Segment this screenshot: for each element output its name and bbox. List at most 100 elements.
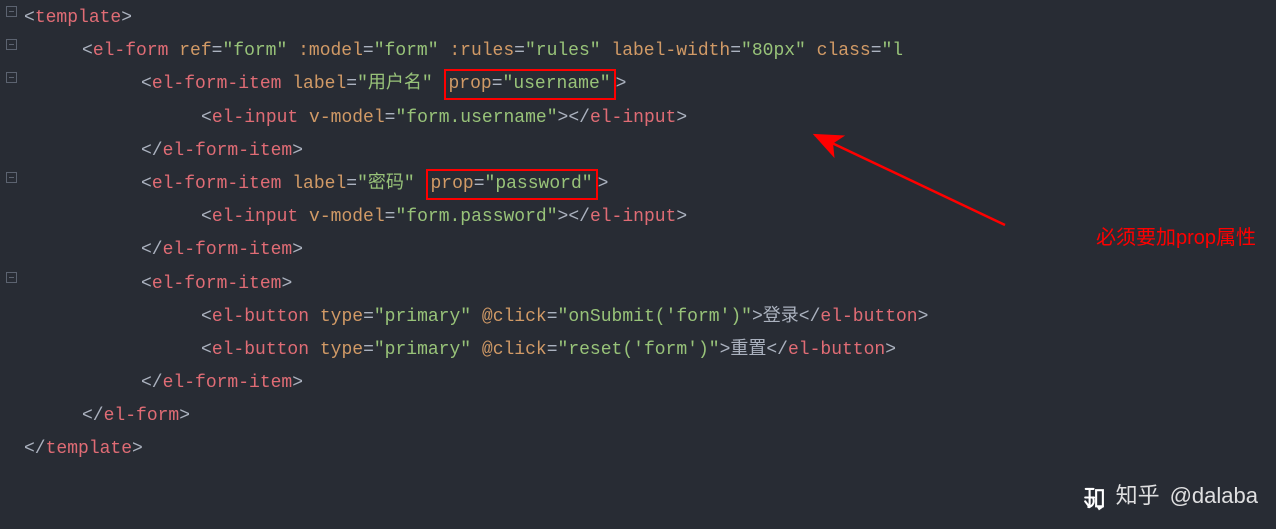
code-token: "password"	[485, 174, 593, 194]
highlight-box: prop="password"	[426, 169, 598, 200]
code-token: >	[281, 274, 292, 294]
code-token	[309, 340, 320, 360]
code-line[interactable]: <el-form-item label="密码" prop="password"…	[24, 168, 928, 201]
code-token: el-form-item	[152, 274, 282, 294]
code-token: <	[201, 307, 212, 327]
code-token: :model	[298, 41, 363, 61]
code-line[interactable]: <el-form-item>	[24, 268, 928, 301]
code-token: <	[141, 74, 152, 94]
annotation-text: 必须要加prop属性	[1096, 220, 1256, 257]
code-token	[439, 41, 450, 61]
code-token: @click	[482, 307, 547, 327]
code-token	[601, 41, 612, 61]
code-token: "reset('form')"	[558, 340, 720, 360]
fold-toggle-icon[interactable]	[6, 6, 17, 17]
code-token	[298, 207, 309, 227]
code-token: el-button	[212, 307, 309, 327]
code-token: "用户名"	[357, 74, 433, 94]
code-token: label	[292, 74, 346, 94]
code-token: >	[292, 373, 303, 393]
code-token: =	[492, 74, 503, 94]
code-token: <	[141, 174, 152, 194]
code-token: "form.username"	[395, 108, 557, 128]
fold-toggle-icon[interactable]	[6, 72, 17, 83]
code-line[interactable]: </el-form-item>	[24, 135, 928, 168]
code-token: >	[918, 307, 929, 327]
fold-toggle-icon[interactable]	[6, 272, 17, 283]
code-token: "l	[882, 41, 904, 61]
code-line[interactable]: <template>	[24, 2, 928, 35]
code-token: "form"	[374, 41, 439, 61]
code-token: =	[363, 340, 374, 360]
highlight-box: prop="username"	[444, 69, 616, 100]
code-token	[309, 307, 320, 327]
code-line[interactable]: <el-button type="primary" @click="onSubm…	[24, 301, 928, 334]
code-token	[433, 74, 444, 94]
code-token	[281, 174, 292, 194]
code-line[interactable]: </el-form-item>	[24, 367, 928, 400]
code-token: =	[871, 41, 882, 61]
code-token: type	[320, 307, 363, 327]
code-token: el-form-item	[163, 373, 293, 393]
code-token: =	[346, 174, 357, 194]
code-token: =	[346, 74, 357, 94]
code-token: v-model	[309, 108, 385, 128]
code-token: =	[547, 340, 558, 360]
zhihu-icon	[1080, 484, 1106, 510]
code-token: "密码"	[357, 174, 415, 194]
code-token: </	[568, 108, 590, 128]
code-token: template	[35, 8, 121, 28]
code-token: =	[547, 307, 558, 327]
code-token: "onSubmit('form')"	[558, 307, 752, 327]
code-token: el-form	[93, 41, 169, 61]
code-token: @click	[482, 340, 547, 360]
code-token	[287, 41, 298, 61]
code-token: >	[720, 340, 731, 360]
code-editor[interactable]: <template><el-form ref="form" :model="fo…	[24, 2, 928, 467]
code-token: el-form	[104, 406, 180, 426]
code-token: =	[363, 41, 374, 61]
code-token: ref	[179, 41, 211, 61]
code-line[interactable]: </template>	[24, 433, 928, 466]
code-token: el-input	[590, 207, 676, 227]
code-line[interactable]: <el-form ref="form" :model="form" :rules…	[24, 35, 928, 68]
code-token: >	[132, 439, 143, 459]
code-token: "rules"	[525, 41, 601, 61]
code-token: el-button	[788, 340, 885, 360]
code-token: </	[82, 406, 104, 426]
code-token: <	[201, 340, 212, 360]
code-token: </	[24, 439, 46, 459]
code-line[interactable]: <el-form-item label="用户名" prop="username…	[24, 68, 928, 101]
code-token: </	[141, 141, 163, 161]
code-token: =	[514, 41, 525, 61]
code-token: v-model	[309, 207, 385, 227]
code-line[interactable]: <el-input v-model="form.password"></el-i…	[24, 201, 928, 234]
watermark: 知乎 @dalaba	[1080, 476, 1258, 517]
code-token: el-form-item	[163, 240, 293, 260]
code-token: </	[141, 373, 163, 393]
code-token: "form.password"	[395, 207, 557, 227]
code-token: type	[320, 340, 363, 360]
code-token: el-input	[590, 108, 676, 128]
code-token: <	[141, 274, 152, 294]
code-token: prop	[431, 174, 474, 194]
code-token: "form"	[222, 41, 287, 61]
code-token: <	[201, 108, 212, 128]
code-token: el-input	[212, 207, 298, 227]
code-token: class	[817, 41, 871, 61]
code-token	[415, 174, 426, 194]
fold-toggle-icon[interactable]	[6, 172, 17, 183]
code-line[interactable]: </el-form-item>	[24, 234, 928, 267]
code-token: >	[121, 8, 132, 28]
code-token	[281, 74, 292, 94]
code-token: =	[730, 41, 741, 61]
code-line[interactable]: <el-input v-model="form.username"></el-i…	[24, 102, 928, 135]
code-token	[806, 41, 817, 61]
fold-toggle-icon[interactable]	[6, 39, 17, 50]
code-token	[168, 41, 179, 61]
code-token: "username"	[503, 74, 611, 94]
code-line[interactable]: <el-button type="primary" @click="reset(…	[24, 334, 928, 367]
code-token: el-input	[212, 108, 298, 128]
code-line[interactable]: </el-form>	[24, 400, 928, 433]
code-token: el-form-item	[163, 141, 293, 161]
